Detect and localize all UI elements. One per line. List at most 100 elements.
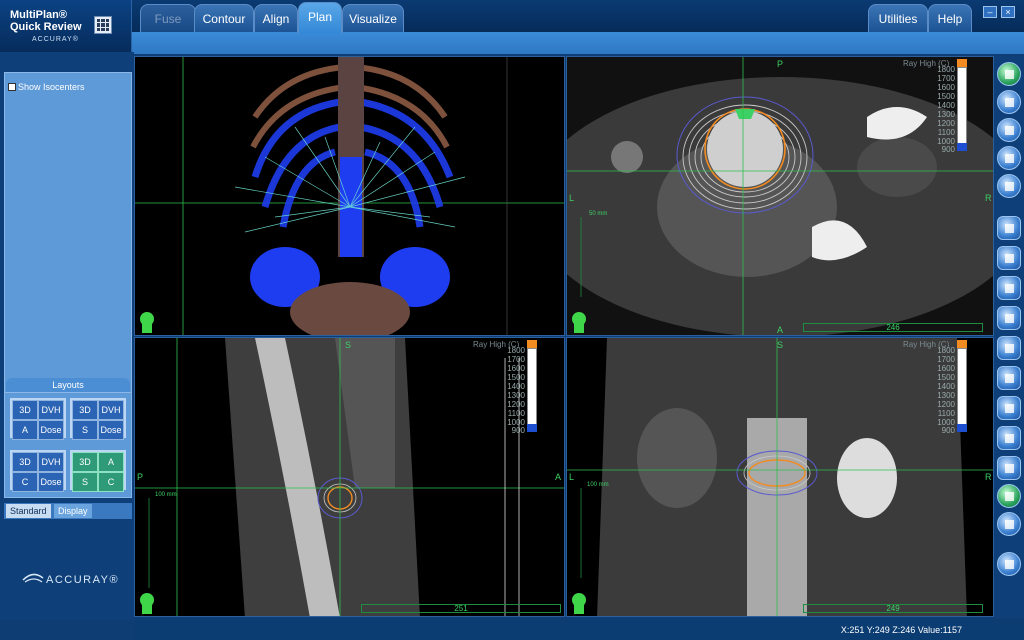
coronal-top-label: S bbox=[777, 340, 784, 350]
layout-cell: Dose bbox=[38, 472, 64, 492]
layout-cell: S bbox=[72, 420, 98, 440]
axial-left-label: L bbox=[569, 193, 575, 203]
subtab-standard[interactable]: Standard bbox=[6, 504, 51, 518]
viewport-3d[interactable] bbox=[134, 56, 565, 336]
layout-cell: Dose bbox=[38, 420, 64, 440]
scale-bar bbox=[957, 348, 967, 426]
scale-bottom-swatch bbox=[527, 424, 537, 432]
pointer-tool-icon[interactable] bbox=[997, 62, 1021, 86]
show-isocenters-label: Show Isocenters bbox=[18, 82, 85, 92]
viewport-axial[interactable]: P L R A 50 mm Ray High (C) 1800 1700 160… bbox=[566, 56, 994, 336]
status-bar: X:251 Y:249 Z:246 Value:1157 bbox=[134, 620, 1024, 640]
page-tool-icon[interactable] bbox=[997, 306, 1021, 330]
axial-slice-ruler[interactable]: 246 bbox=[803, 323, 983, 332]
layout-cell: C bbox=[12, 472, 38, 492]
axial-bottom-label: A bbox=[777, 325, 784, 335]
layout-cell: A bbox=[12, 420, 38, 440]
layout-cell: 3D bbox=[72, 452, 98, 472]
copy-tool-icon[interactable] bbox=[997, 396, 1021, 420]
scale-label: 1100 bbox=[937, 409, 955, 418]
scale-bar bbox=[527, 348, 537, 426]
scale-label: 900 bbox=[941, 426, 955, 435]
tab-align[interactable]: Align bbox=[254, 4, 298, 32]
checkbox-box[interactable] bbox=[8, 83, 16, 91]
rotate-3d-icon[interactable] bbox=[997, 246, 1021, 270]
beam-tool-icon[interactable] bbox=[997, 426, 1021, 450]
axial-top-label: P bbox=[777, 59, 784, 69]
scale-label: 1300 bbox=[937, 110, 955, 119]
layout-cell: DVH bbox=[98, 400, 124, 420]
accuray-logo-icon bbox=[22, 573, 44, 583]
head-orientation-icon bbox=[140, 593, 154, 614]
tab-utilities[interactable]: Utilities bbox=[868, 4, 928, 32]
sagittal-left-label: P bbox=[137, 472, 144, 482]
layout-3d-dvh-a-dose[interactable]: 3D DVH A Dose bbox=[10, 398, 66, 440]
scale-label: 1100 bbox=[507, 409, 525, 418]
sidebar bbox=[0, 52, 134, 620]
tab-visualize[interactable]: Visualize bbox=[342, 4, 404, 32]
layer-tool-icon[interactable] bbox=[997, 276, 1021, 300]
coronal-right-label: R bbox=[985, 472, 992, 482]
layout-3d-a-s-c[interactable]: 3D A S C bbox=[70, 450, 126, 492]
show-isocenters-checkbox[interactable]: Show Isocenters bbox=[8, 82, 85, 92]
sagittal-mm-label: 100 mm bbox=[155, 492, 177, 498]
coronal-mm-label: 100 mm bbox=[587, 482, 609, 488]
sidebar-brand: ACCURAY® bbox=[46, 574, 120, 586]
layout-cell: 3D bbox=[12, 400, 38, 420]
scale-label: 1300 bbox=[507, 391, 525, 400]
app-logo: MultiPlan® Quick Review ACCURAY® bbox=[0, 0, 132, 52]
cursor-readout: X:251 Y:249 Z:246 Value:1157 bbox=[840, 625, 962, 635]
dose-tool-icon[interactable] bbox=[997, 366, 1021, 390]
export-tool-icon[interactable] bbox=[997, 552, 1021, 576]
app-grid-icon[interactable] bbox=[94, 16, 112, 34]
contour-tool-icon[interactable] bbox=[997, 336, 1021, 360]
tab-plan[interactable]: Plan bbox=[298, 2, 342, 34]
edit-tool-icon[interactable] bbox=[997, 456, 1021, 480]
head-orientation-icon bbox=[572, 593, 586, 614]
scale-bar bbox=[957, 67, 967, 145]
coronal-slice-ruler[interactable]: 249 bbox=[803, 604, 983, 613]
layout-3d-dvh-s-dose[interactable]: 3D DVH S Dose bbox=[70, 398, 126, 440]
isocenter-tool-icon[interactable] bbox=[997, 484, 1021, 508]
viewport-coronal[interactable]: S L R 100 mm Ray High (C) 1800 1700 1600… bbox=[566, 337, 994, 617]
close-button[interactable]: × bbox=[1001, 6, 1015, 18]
layouts-title: Layouts bbox=[6, 378, 130, 392]
right-toolbar bbox=[994, 56, 1024, 618]
measure-tool-icon[interactable] bbox=[997, 146, 1021, 170]
axial-mm-label: 50 mm bbox=[589, 211, 608, 217]
subtab-display[interactable]: Display bbox=[54, 504, 92, 518]
scale-label: 1400 bbox=[937, 101, 955, 110]
scale-top-swatch bbox=[957, 59, 967, 67]
window-level-icon[interactable] bbox=[997, 174, 1021, 198]
tab-help[interactable]: Help bbox=[928, 4, 972, 32]
sagittal-right-label: A bbox=[555, 472, 562, 482]
scale-label: 900 bbox=[511, 426, 525, 435]
head-orientation-icon bbox=[572, 312, 586, 333]
layout-cell: 3D bbox=[72, 400, 98, 420]
light-tool-icon[interactable] bbox=[997, 512, 1021, 536]
scale-label: 1500 bbox=[937, 373, 955, 382]
layout-cell: A bbox=[98, 452, 124, 472]
pan-hand-icon[interactable] bbox=[997, 118, 1021, 142]
scale-label: 1600 bbox=[937, 364, 955, 373]
zoom-tool-icon[interactable] bbox=[997, 90, 1021, 114]
sagittal-dose-scale: 1800 1700 1600 1500 1400 1300 1200 1100 … bbox=[497, 340, 537, 435]
render-3d-image bbox=[135, 57, 564, 335]
viewport-sagittal[interactable]: S P A 100 mm Ray High (C) 1800 1700 1600… bbox=[134, 337, 565, 617]
axial-right-label: R bbox=[985, 193, 992, 203]
scale-label: 1500 bbox=[937, 92, 955, 101]
crosshair-tool-icon[interactable] bbox=[997, 216, 1021, 240]
sagittal-slice-ruler[interactable]: 251 bbox=[361, 604, 561, 613]
scale-label: 1200 bbox=[937, 119, 955, 128]
scale-label: 1400 bbox=[937, 382, 955, 391]
app-title-line1: MultiPlan® bbox=[10, 9, 67, 21]
minimize-button[interactable]: – bbox=[983, 6, 997, 18]
layout-3d-dvh-c-dose[interactable]: 3D DVH C Dose bbox=[10, 450, 66, 492]
tab-contour[interactable]: Contour bbox=[194, 4, 254, 32]
sidebar-options-panel bbox=[4, 72, 132, 430]
scale-label: 1300 bbox=[937, 391, 955, 400]
head-orientation-icon bbox=[140, 312, 154, 333]
scale-label: 1500 bbox=[507, 373, 525, 382]
sidebar-subtabs: Standard Display bbox=[4, 503, 132, 519]
scale-label: 1700 bbox=[937, 74, 955, 83]
